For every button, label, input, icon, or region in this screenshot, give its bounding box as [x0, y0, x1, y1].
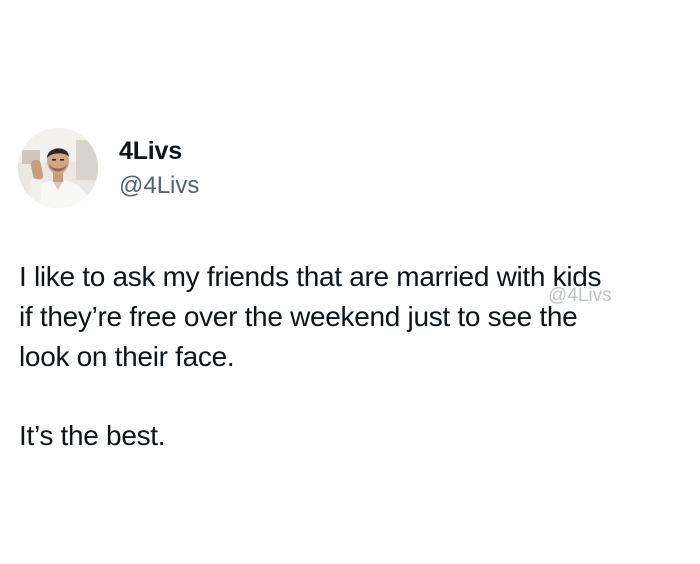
- user-handle[interactable]: @4Livs: [119, 171, 199, 201]
- tweet-body: I like to ask my friends that are marrie…: [19, 261, 602, 372]
- profile-photo-icon: [18, 128, 98, 208]
- author-names: 4Livs @4Livs: [119, 136, 199, 201]
- tweet-header: 4Livs @4Livs: [18, 128, 199, 208]
- avatar[interactable]: [18, 128, 98, 208]
- tweet-text: I like to ask my friends that are marrie…: [19, 257, 689, 456]
- tweet-closing-line: It’s the best.: [19, 420, 166, 451]
- tweet-card: 4Livs @4Livs I like to ask my friends th…: [0, 0, 700, 564]
- display-name[interactable]: 4Livs: [119, 136, 199, 167]
